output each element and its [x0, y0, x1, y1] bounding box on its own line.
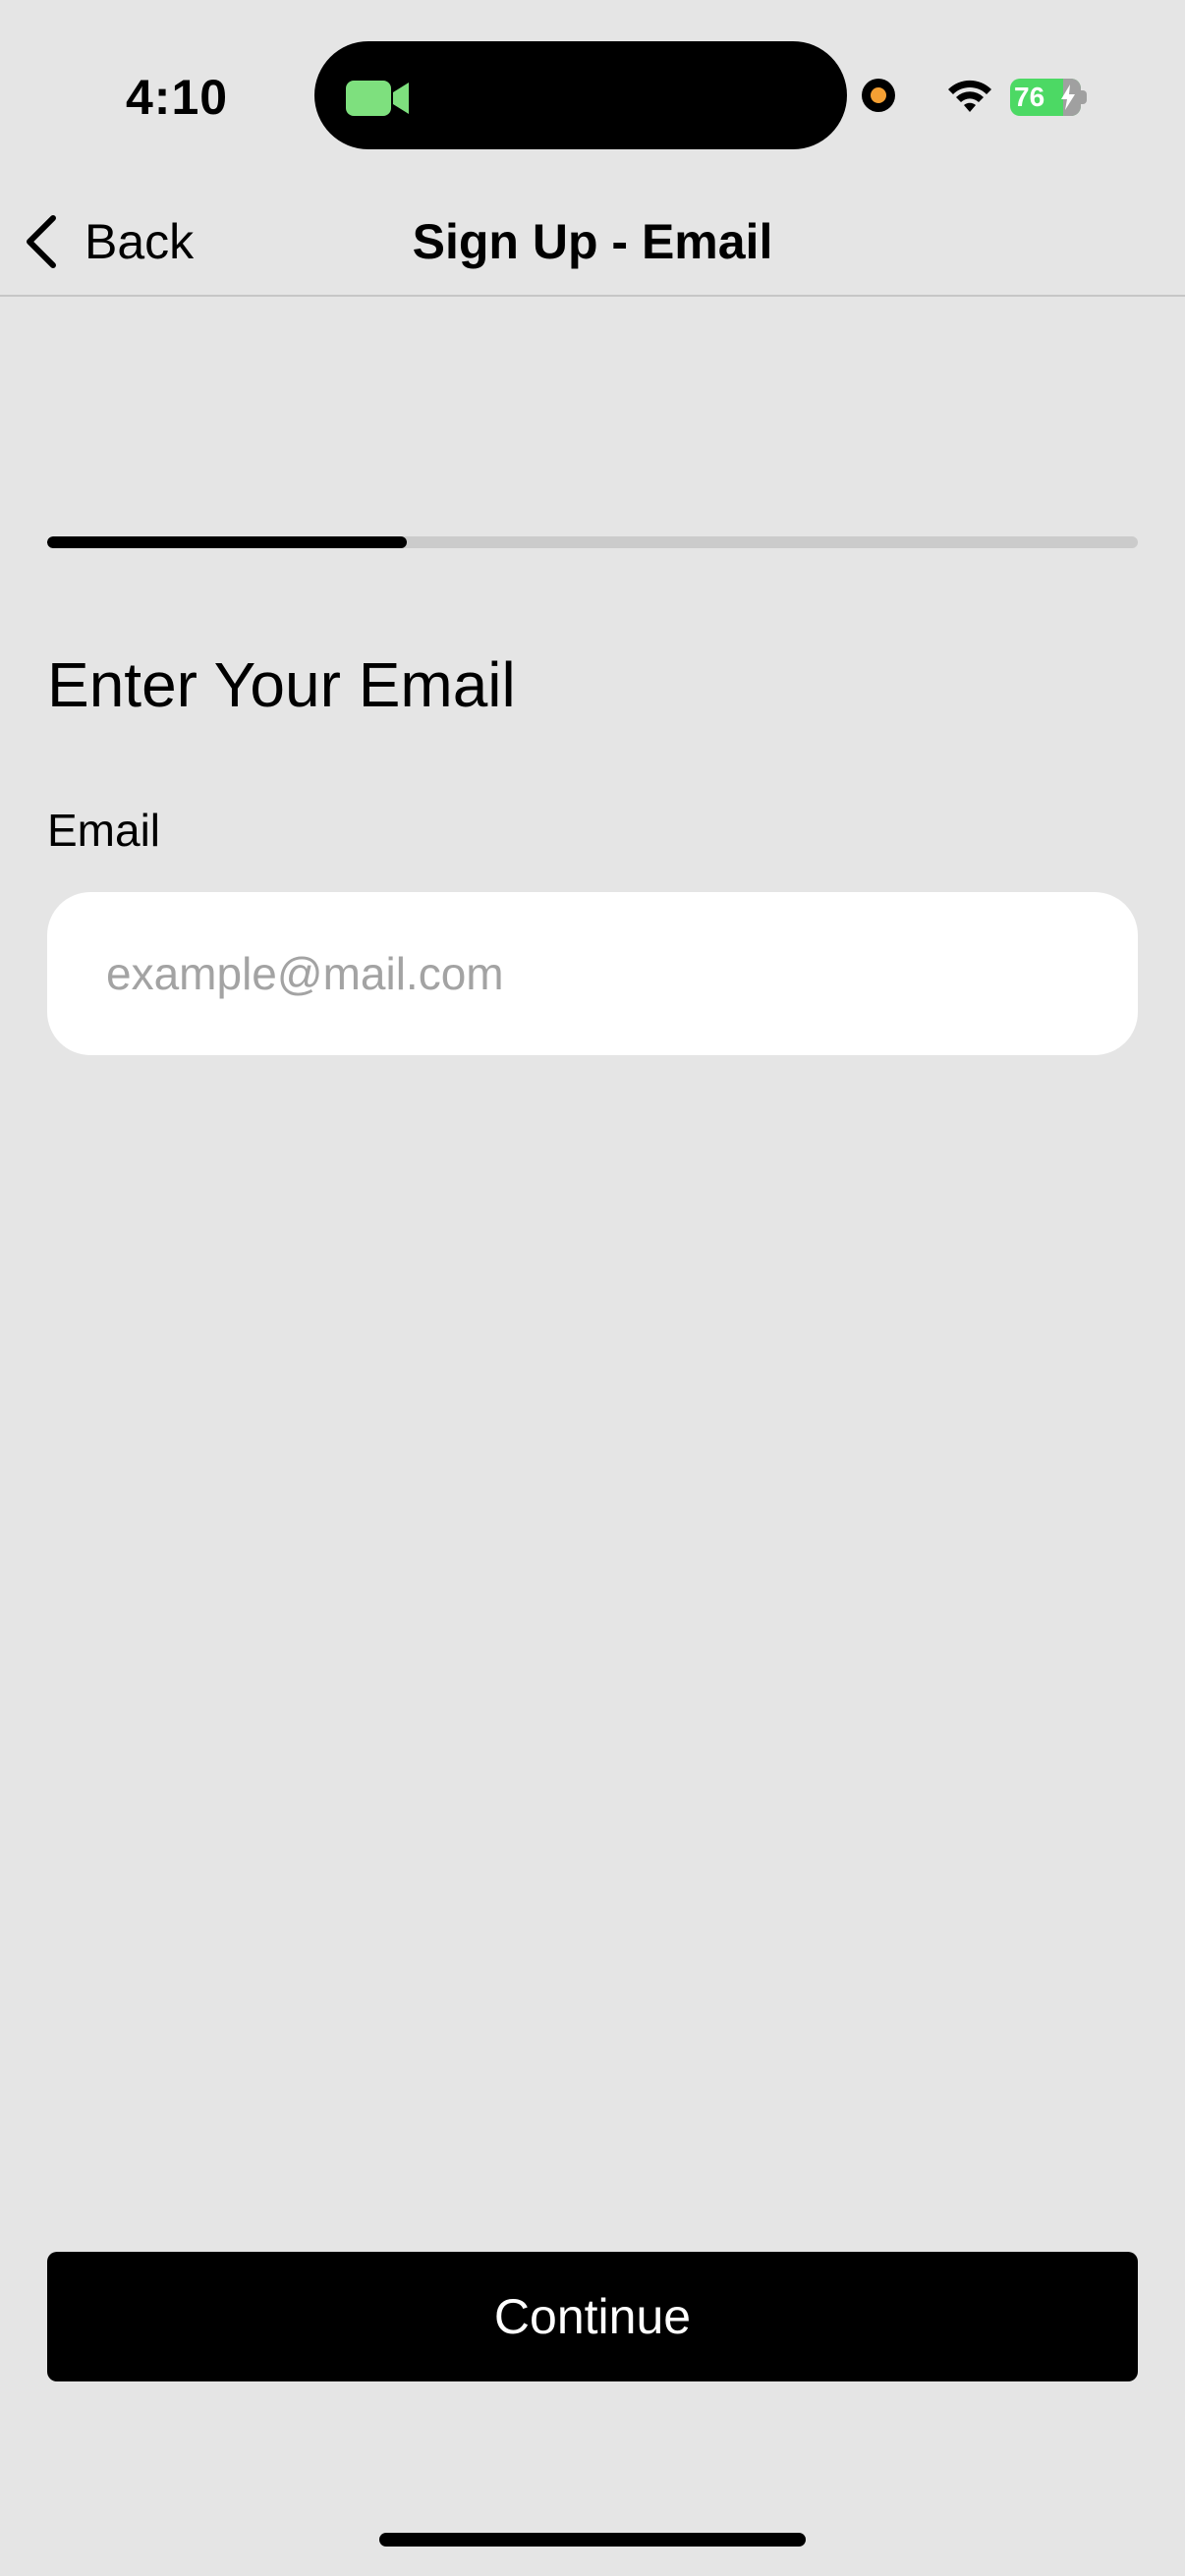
navigation-bar: Back Sign Up - Email [0, 187, 1185, 297]
page-title: Sign Up - Email [412, 214, 773, 269]
battery-cap [1081, 90, 1087, 104]
status-time: 4:10 [126, 70, 229, 125]
form-heading: Enter Your Email [47, 649, 516, 720]
home-indicator [379, 2533, 806, 2547]
charging-bolt-icon [1061, 84, 1075, 110]
progress-fill [47, 536, 408, 548]
battery-level: 76 [1014, 82, 1045, 112]
battery-icon: 76 [1010, 79, 1081, 116]
status-bar: 4:10 76 [0, 0, 1185, 187]
email-label: Email [47, 805, 161, 856]
continue-button[interactable]: Continue [47, 2252, 1138, 2381]
camera-icon [346, 81, 409, 116]
wifi-icon [948, 80, 991, 112]
dynamic-island [314, 41, 847, 149]
progress-bar [47, 536, 1138, 548]
email-field[interactable] [47, 892, 1138, 1055]
recording-indicator-icon [862, 79, 895, 112]
